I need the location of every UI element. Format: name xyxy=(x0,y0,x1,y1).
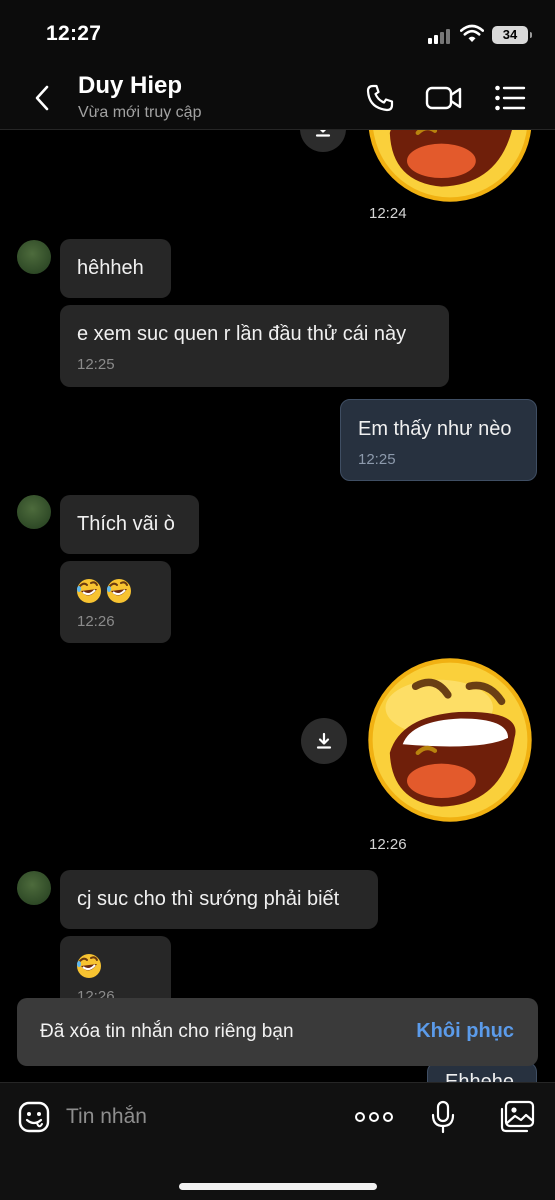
incoming-message-bubble[interactable]: 12:26 xyxy=(60,561,171,643)
chat-header: Duy Hiep Vừa mới truy cập xyxy=(0,64,555,130)
voice-call-button[interactable] xyxy=(360,78,400,118)
message-time: 12:25 xyxy=(77,356,115,373)
emoji-row xyxy=(75,577,133,605)
chat-options-button[interactable] xyxy=(490,78,530,118)
download-button[interactable] xyxy=(301,718,347,764)
video-camera-icon xyxy=(425,86,462,110)
emoji-sticker-icon xyxy=(18,1101,50,1133)
rolling-laughing-emoji-icon xyxy=(106,578,132,604)
message-text: Thích vãi ò xyxy=(77,513,175,535)
message-time: 12:25 xyxy=(358,451,396,468)
incoming-message-bubble[interactable]: Thích vãi ò xyxy=(60,495,199,554)
message-text: Em thấy như nèo xyxy=(358,418,512,440)
microphone-icon xyxy=(431,1100,455,1134)
contact-avatar[interactable] xyxy=(17,495,51,529)
download-button[interactable] xyxy=(300,130,346,152)
restore-button[interactable]: Khôi phục xyxy=(416,1020,514,1043)
laughing-sticker[interactable] xyxy=(364,654,536,826)
message-text: cj suc cho thì sướng phải biết xyxy=(77,888,340,910)
contact-avatar[interactable] xyxy=(17,871,51,905)
message-time: 12:26 xyxy=(77,613,115,630)
contact-avatar[interactable] xyxy=(17,240,51,274)
home-indicator[interactable] xyxy=(179,1183,377,1190)
message-input-bar xyxy=(0,1082,555,1200)
contact-status: Vừa mới truy cập xyxy=(78,104,202,121)
back-arrow-icon xyxy=(35,85,49,111)
list-menu-icon xyxy=(495,85,526,111)
send-image-button[interactable] xyxy=(498,1097,538,1137)
more-options-button[interactable] xyxy=(354,1097,394,1137)
battery-indicator: 34 xyxy=(492,26,532,44)
voice-record-button[interactable] xyxy=(423,1097,463,1137)
download-icon xyxy=(316,732,332,749)
message-time: 12:26 xyxy=(369,836,407,853)
message-time: 12:24 xyxy=(369,205,407,222)
message-text: e xem suc quen r lần đầu thử cái này xyxy=(77,323,407,345)
status-bar: 12:27 34 xyxy=(0,0,555,64)
video-call-button[interactable] xyxy=(424,78,464,118)
laughing-sticker[interactable] xyxy=(364,130,536,206)
sticker-button[interactable] xyxy=(14,1097,54,1137)
rolling-laughing-emoji-icon xyxy=(76,578,102,604)
more-dots-icon xyxy=(355,1112,393,1122)
message-text: hêhheh xyxy=(77,257,144,279)
download-icon xyxy=(315,130,331,137)
incoming-message-bubble[interactable]: hêhheh xyxy=(60,239,171,298)
incoming-message-bubble[interactable]: e xem suc quen r lần đầu thử cái này 12:… xyxy=(60,305,449,387)
toast-message: Đã xóa tin nhắn cho riêng bạn xyxy=(40,1021,294,1042)
status-time: 12:27 xyxy=(46,22,102,45)
outgoing-message-bubble[interactable]: Em thấy như nèo 12:25 xyxy=(340,399,537,481)
emoji-row xyxy=(75,952,103,980)
message-input[interactable] xyxy=(66,1099,336,1135)
undo-delete-toast: Đã xóa tin nhắn cho riêng bạn Khôi phục xyxy=(17,998,538,1066)
message-text: Ehhehe xyxy=(445,1071,514,1082)
wifi-icon xyxy=(460,24,484,42)
phone-icon xyxy=(366,84,394,112)
incoming-message-bubble[interactable]: cj suc cho thì sướng phải biết xyxy=(60,870,378,929)
back-button[interactable] xyxy=(24,80,60,116)
cellular-signal-icon xyxy=(428,28,454,44)
image-icon xyxy=(500,1100,535,1133)
contact-name[interactable]: Duy Hiep xyxy=(78,72,182,100)
message-list[interactable]: 12:24 hêhheh e xem suc quen r lần đầu th… xyxy=(0,130,555,1082)
rolling-laughing-emoji-icon xyxy=(76,953,102,979)
